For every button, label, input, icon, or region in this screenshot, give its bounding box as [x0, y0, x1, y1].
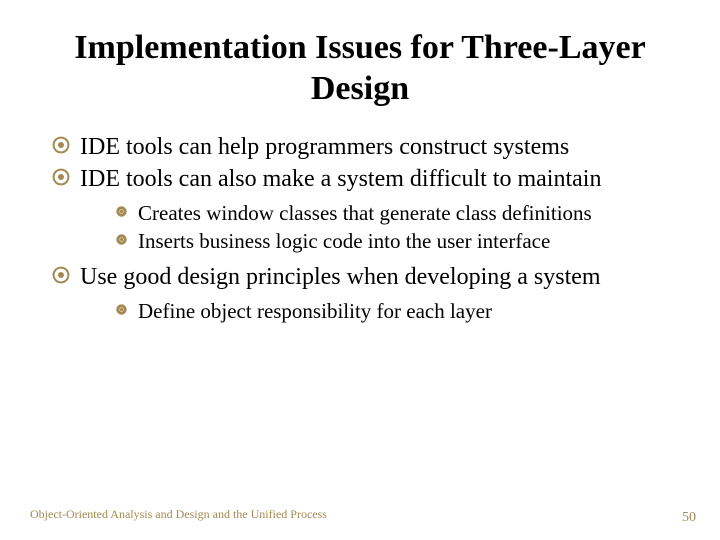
bullet-target-icon — [52, 168, 70, 186]
list-item-text: IDE tools can also make a system difficu… — [80, 166, 601, 192]
bullet-dot-circle-icon — [114, 232, 129, 247]
list-item-text: Creates window classes that generate cla… — [138, 201, 592, 225]
list-item-text: Use good design principles when developi… — [80, 264, 601, 290]
bullet-target-icon — [52, 136, 70, 154]
slide-title: Implementation Issues for Three-Layer De… — [50, 28, 670, 110]
bullet-dot-circle-icon — [114, 204, 129, 219]
list-item-text: Inserts business logic code into the use… — [138, 229, 550, 253]
list-item-text: IDE tools can help programmers construct… — [80, 134, 569, 160]
sub-list: Define object responsibility for each la… — [80, 298, 670, 324]
list-item: Use good design principles when developi… — [52, 262, 670, 324]
slide: Implementation Issues for Three-Layer De… — [0, 0, 720, 540]
list-item: Inserts business logic code into the use… — [114, 228, 670, 254]
list-item: Define object responsibility for each la… — [114, 298, 670, 324]
list-item-text: Define object responsibility for each la… — [138, 299, 492, 323]
list-item: Creates window classes that generate cla… — [114, 200, 670, 226]
bullet-dot-circle-icon — [114, 302, 129, 317]
page-number: 50 — [682, 510, 696, 526]
bullet-list: IDE tools can help programmers construct… — [50, 132, 670, 325]
list-item: IDE tools can also make a system difficu… — [52, 164, 670, 255]
footer-text: Object-Oriented Analysis and Design and … — [30, 507, 327, 522]
sub-list: Creates window classes that generate cla… — [80, 200, 670, 255]
list-item: IDE tools can help programmers construct… — [52, 132, 670, 162]
bullet-target-icon — [52, 266, 70, 284]
